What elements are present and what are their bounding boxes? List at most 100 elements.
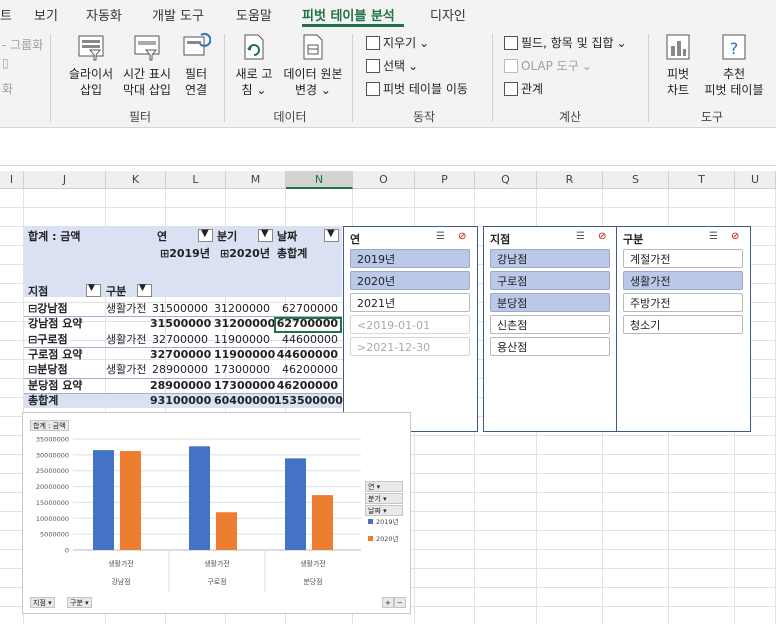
- column-header-T[interactable]: T: [669, 171, 735, 189]
- slicer-category-item[interactable]: 주방가전: [623, 293, 743, 312]
- clear-button[interactable]: 지우기 ⌄: [366, 34, 429, 51]
- chart-year-filter[interactable]: 연 ▾: [365, 481, 403, 492]
- branch-row-label[interactable]: ⊟구로점: [28, 332, 68, 347]
- refresh-button[interactable]: 새로 고 침 ⌄: [232, 32, 276, 98]
- branch-filter-button[interactable]: ▼: [86, 283, 101, 297]
- tab-3[interactable]: 개발 도구: [152, 5, 204, 24]
- pivot-sum-label: 합계 : 금액: [28, 230, 81, 243]
- value-2019: 31500000: [152, 302, 208, 315]
- fields-items-sets-button[interactable]: 필드, 항목 및 집합 ⌄: [504, 34, 627, 51]
- column-header-L[interactable]: L: [166, 171, 226, 189]
- year-2020-header[interactable]: ⊞2020년: [220, 246, 270, 261]
- slicer-year-title: 연: [350, 233, 361, 246]
- relationships-button[interactable]: 관계: [504, 80, 543, 97]
- bar-1-0: [189, 446, 210, 550]
- y-tick-label: 10000000: [36, 515, 69, 523]
- column-header-P[interactable]: P: [415, 171, 475, 189]
- recommended-pivot-button[interactable]: ? 추천 피벗 테이블: [700, 32, 768, 98]
- slicer-label-2: 삽입: [79, 83, 103, 97]
- chart-branch-filter[interactable]: 지점 ▾: [30, 597, 55, 608]
- multi-select-icon[interactable]: ☰: [709, 231, 718, 242]
- column-header-N[interactable]: N: [286, 171, 353, 189]
- value-2020: 17300000: [214, 378, 276, 392]
- slicer-category-item[interactable]: 계절가전: [623, 249, 743, 268]
- category-cell: 생활가전: [106, 363, 147, 377]
- column-header-I[interactable]: I: [0, 171, 24, 189]
- filter-connections-button[interactable]: 필터 연결: [178, 32, 214, 98]
- chart-category-filter[interactable]: 구분 ▾: [67, 597, 92, 608]
- slicer-year-item[interactable]: <2019-01-01: [350, 315, 470, 334]
- group-button[interactable]: - 그룹화: [2, 36, 43, 53]
- column-header-S[interactable]: S: [603, 171, 669, 189]
- slicer-year-item[interactable]: >2021-12-30: [350, 337, 470, 356]
- chart-quarter-filter[interactable]: 분기 ▾: [365, 493, 403, 504]
- chart-date-filter[interactable]: 날짜 ▾: [365, 505, 403, 516]
- clear-icon: [366, 35, 380, 50]
- slicer-branch-item[interactable]: 강남점: [490, 249, 610, 268]
- select-button[interactable]: 선택 ⌄: [366, 57, 418, 74]
- column-header-K[interactable]: K: [106, 171, 166, 189]
- subtotal-label: 구로점 요약: [28, 347, 83, 361]
- column-header-U[interactable]: U: [735, 171, 776, 189]
- branch-row-label[interactable]: ⊟분당점: [28, 362, 68, 377]
- pivot-chart[interactable]: 합계 : 금액 0 5000000 10000000 15000000 20000000…: [22, 412, 411, 614]
- slicer-category-item[interactable]: 생활가전: [623, 271, 743, 290]
- column-header-M[interactable]: M: [226, 171, 286, 189]
- slicer-branch[interactable]: 지점 ☰ ⊘ 강남점 구로점 분당점 신촌점 용산점: [483, 226, 617, 432]
- slicer-category-title: 구분: [623, 233, 644, 246]
- tab-4[interactable]: 도움말: [236, 5, 272, 24]
- expand-field-button[interactable]: +: [382, 597, 394, 608]
- column-header-J[interactable]: J: [24, 171, 106, 189]
- bar-2-0: [285, 458, 306, 550]
- slicer-icon: [78, 35, 104, 61]
- multi-select-icon[interactable]: ☰: [436, 231, 445, 242]
- collapse-field-button[interactable]: −: [394, 597, 406, 608]
- pivot-chart-button[interactable]: 피벗 차트: [658, 32, 698, 98]
- tab-1[interactable]: 보기: [34, 5, 58, 24]
- column-header-Q[interactable]: Q: [475, 171, 537, 189]
- slicer-branch-item[interactable]: 신촌점: [490, 315, 610, 334]
- branch-row-label[interactable]: ⊟강남점: [28, 301, 68, 316]
- ungroup-button[interactable]: 화: [2, 80, 13, 97]
- formula-bar-area[interactable]: [0, 128, 776, 166]
- slicer-branch-item[interactable]: 분당점: [490, 293, 610, 312]
- column-header-R[interactable]: R: [537, 171, 603, 189]
- slicer-branch-item[interactable]: 구로점: [490, 271, 610, 290]
- recommend-label-1: 추천: [722, 67, 746, 81]
- tab-6[interactable]: 디자인: [430, 5, 466, 24]
- column-header-O[interactable]: O: [353, 171, 415, 189]
- pivot-chart-label-2: 차트: [666, 83, 690, 97]
- data-source-icon: [303, 34, 323, 60]
- slicer-year-item[interactable]: 2019년: [350, 249, 470, 268]
- select-icon: [366, 58, 380, 73]
- slicer-year[interactable]: 연 ☰ ⊘ 2019년 2020년 2021년 <2019-01-01 >2021-12…: [343, 226, 478, 432]
- slicer-category[interactable]: 구분 ☰ ⊘ 계절가전생활가전주방가전청소기: [616, 226, 751, 432]
- slicer-branch-item[interactable]: 용산점: [490, 337, 610, 356]
- year-2019-header[interactable]: ⊞2019년: [160, 246, 210, 261]
- multi-select-icon[interactable]: ☰: [576, 231, 585, 242]
- category-field-header: 구분: [106, 285, 127, 298]
- olap-tools-button[interactable]: OLAP 도구 ⌄: [504, 57, 592, 74]
- category-cell: 생활가전: [106, 332, 147, 346]
- active-tab-underline: [302, 24, 404, 27]
- insert-slicer-button[interactable]: 슬라이서 삽입: [64, 32, 118, 98]
- quarter-filter-button[interactable]: ▼: [258, 228, 273, 242]
- change-data-source-button[interactable]: 데이터 원본 변경 ⌄: [280, 32, 346, 98]
- clear-filter-icon[interactable]: ⊘: [731, 231, 739, 242]
- slicer-year-item[interactable]: 2020년: [350, 271, 470, 290]
- year-filter-button[interactable]: ▼: [198, 228, 213, 242]
- slicer-category-item[interactable]: 청소기: [623, 315, 743, 334]
- tab-2[interactable]: 자동화: [86, 5, 122, 24]
- slicer-year-item[interactable]: 2021년: [350, 293, 470, 312]
- clear-filter-icon[interactable]: ⊘: [458, 231, 466, 242]
- date-filter-button[interactable]: ▼: [324, 228, 339, 242]
- insert-timeline-button[interactable]: 시간 표시 막대 삽입: [118, 32, 176, 98]
- y-tick-label: 0: [65, 547, 69, 555]
- tab-5[interactable]: 피벗 테이블 분석: [302, 5, 395, 24]
- move-pivot-button[interactable]: 피벗 테이블 이동: [366, 80, 468, 97]
- category-filter-button[interactable]: ▼: [137, 283, 152, 297]
- tab-0[interactable]: 트: [0, 5, 12, 24]
- clear-filter-icon[interactable]: ⊘: [598, 231, 606, 242]
- value-total: 62700000: [282, 302, 338, 315]
- y-tick-label: 20000000: [36, 483, 69, 491]
